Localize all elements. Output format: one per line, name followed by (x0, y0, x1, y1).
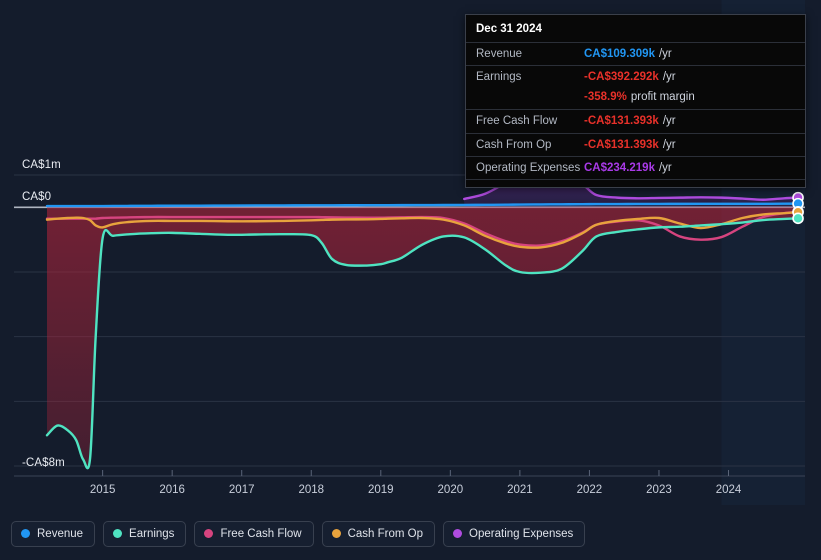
tooltip-row-unit: /yr (662, 138, 676, 151)
tooltip-row-key: Earnings (476, 71, 522, 84)
tooltip-row-key: Free Cash Flow (476, 115, 558, 128)
x-axis-tick-label: 2019 (368, 484, 394, 496)
legend-item-label: Free Cash Flow (220, 527, 302, 540)
tooltip-row-unit: /yr (662, 71, 676, 84)
endpoint-marker-earnings (792, 212, 804, 225)
y-axis-label-top: CA$1m (22, 159, 61, 171)
tooltip-row-value-group: CA$109.309k/yr (584, 47, 672, 61)
tooltip-row-value-group: -358.9% profit margin (584, 90, 695, 104)
x-axis-tick-label: 2017 (228, 484, 255, 496)
legend-color-dot (331, 529, 341, 538)
legend-item-revenue[interactable]: Revenue (11, 520, 96, 547)
legend-item-operating-expenses[interactable]: Operating Expenses (443, 520, 586, 547)
tooltip-row-key: Revenue (476, 48, 523, 60)
tooltip-row-unit: /yr (658, 161, 672, 174)
tooltip-row-value: -CA$131.393k (584, 138, 659, 151)
tooltip-footer-divider (466, 179, 805, 187)
chart-legend: Revenue Earnings Free Cash Flow Cash From O… (0, 511, 821, 556)
tooltip-row-unit: /yr (658, 48, 672, 60)
tooltip-date: Dec 31 2024 (476, 23, 542, 35)
legend-item-label: Earnings (129, 527, 175, 540)
tooltip-row: Cash From Op -CA$131.393k/yr (466, 132, 805, 156)
tooltip-row-value: CA$109.309k (584, 48, 655, 60)
tooltip-row: Operating Expenses CA$234.219k/yr (466, 155, 805, 179)
tooltip-row: Free Cash Flow -CA$131.393k/yr (466, 109, 805, 132)
tooltip-row-value-group: -CA$131.393k/yr (584, 114, 676, 128)
legend-color-dot (21, 529, 30, 538)
y-axis-label-bottom: -CA$8m (22, 457, 65, 469)
tooltip-row-value: -CA$131.393k (584, 115, 659, 128)
x-axis-tick-label: 2024 (715, 484, 742, 496)
tooltip-row-value: -CA$392.292k (584, 71, 659, 84)
legend-item-label: Cash From Op (347, 527, 424, 540)
area-fill-earnings (47, 207, 799, 469)
y-axis-label-zero: CA$0 (22, 191, 52, 203)
x-axis-tick-label: 2016 (159, 484, 185, 496)
x-axis-tick-label: 2022 (576, 484, 603, 496)
tooltip-row: Revenue CA$109.309k/yr (466, 42, 805, 65)
legend-color-dot (453, 529, 463, 538)
legend-item-cash-from-op[interactable]: Cash From Op (321, 520, 436, 547)
x-axis-tick-label: 2015 (89, 484, 116, 496)
tooltip-rows: Revenue CA$109.309k/yr Earnings -CA$392.292… (466, 42, 805, 179)
tooltip-row-unit: /yr (662, 115, 676, 128)
x-axis-tick-label: 2018 (298, 484, 325, 496)
legend-item-label: Operating Expenses (469, 527, 574, 540)
tooltip-row-value-group: -CA$392.292k/yr (584, 70, 676, 84)
x-axis-tick-label: 2021 (507, 484, 533, 496)
legend-color-dot (204, 529, 214, 538)
financial-chart: CA$1m CA$0 -CA$8m 2015 2016 2017 2018 2019 20… (0, 0, 821, 560)
legend-item-label: Revenue (37, 527, 84, 540)
tooltip-row: -358.9% profit margin (466, 89, 805, 109)
tooltip-row-value-group: -CA$131.393k/yr (584, 138, 676, 152)
tooltip-row-sublabel: profit margin (630, 90, 695, 103)
tooltip-row: Earnings -CA$392.292k/yr (466, 65, 805, 88)
x-axis-tick-label: 2020 (437, 484, 464, 496)
legend-color-dot (113, 529, 123, 538)
series-line-earnings[interactable] (45, 217, 800, 470)
x-axis-tick-label: 2023 (646, 484, 672, 496)
tooltip-row-value: CA$234.219k (584, 161, 655, 174)
tooltip-row-value: -358.9% (584, 90, 627, 103)
legend-item-earnings[interactable]: Earnings (103, 520, 187, 547)
tooltip-row-value-group: CA$234.219k/yr (584, 161, 672, 175)
data-tooltip: Dec 31 2024 Revenue CA$109.309k/yr Earning… (465, 14, 806, 189)
legend-item-free-cash-flow[interactable]: Free Cash Flow (194, 520, 314, 547)
tooltip-row-key: Operating Expenses (476, 161, 581, 174)
tooltip-row-key: Cash From Op (476, 138, 552, 151)
